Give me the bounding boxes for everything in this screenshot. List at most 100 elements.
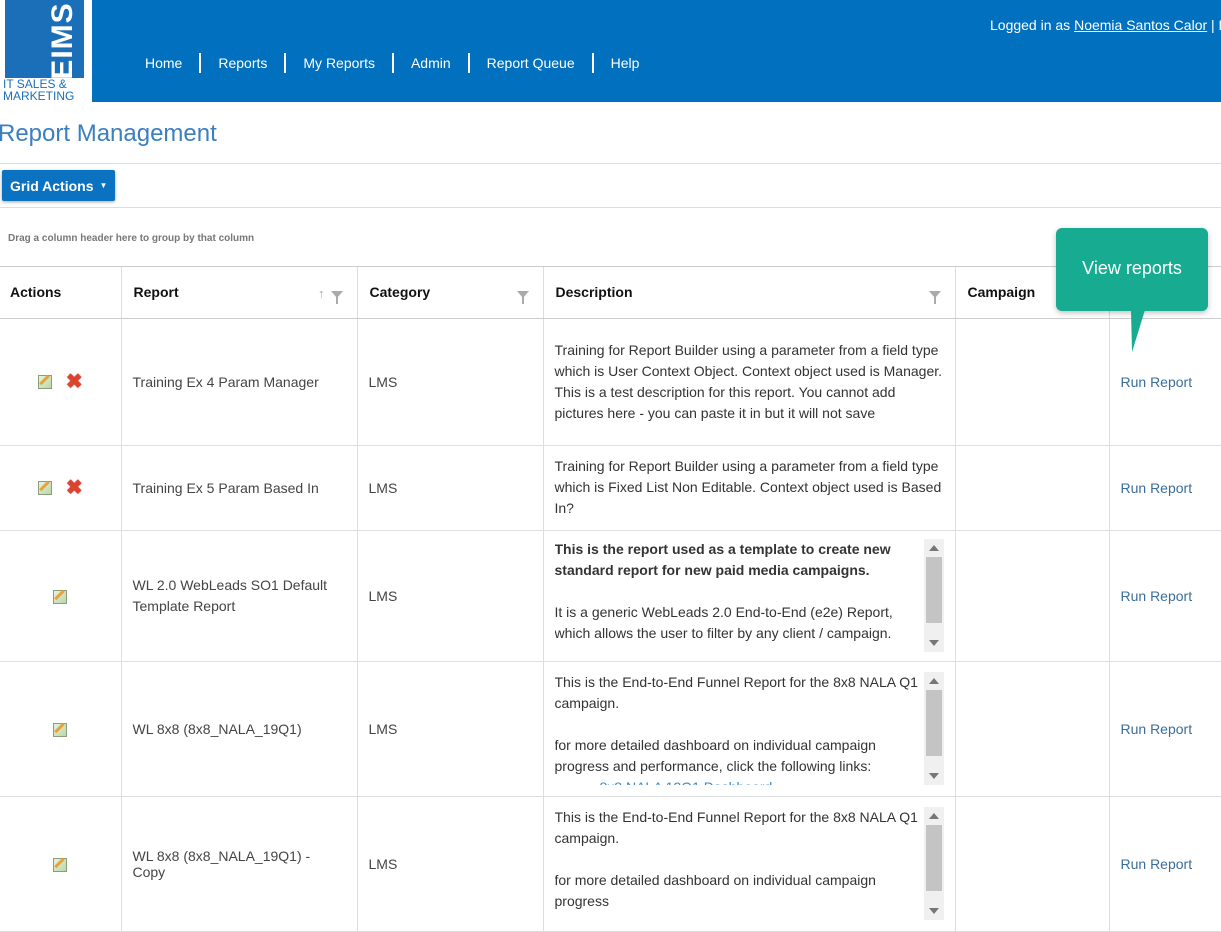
row-actions: [0, 796, 122, 932]
report-description-cell: This is the End-to-End Funnel Report for…: [543, 661, 956, 797]
scroll-down-icon[interactable]: [928, 773, 939, 779]
sort-asc-icon[interactable]: ↑: [318, 286, 325, 301]
description-bold: This is the report used as a template to…: [554, 541, 891, 578]
description-text: This is the End-to-End Funnel Report for…: [554, 809, 918, 846]
column-tools: [516, 286, 529, 304]
column-label: Report: [133, 284, 179, 301]
run-report-link[interactable]: Run Report: [1121, 856, 1193, 872]
description-scrollbox[interactable]: This is the End-to-End Funnel Report for…: [555, 672, 944, 785]
report-category: LMS: [357, 530, 544, 662]
edit-icon[interactable]: [53, 857, 68, 872]
logo-mark: EIMS: [5, 0, 84, 78]
row-actions: ✖: [0, 318, 122, 446]
nav-report-queue[interactable]: Report Queue: [470, 53, 594, 73]
scrollbar[interactable]: [923, 672, 944, 785]
column-label: Description: [555, 284, 633, 301]
nav-admin[interactable]: Admin: [394, 53, 470, 73]
delete-icon[interactable]: ✖: [66, 369, 83, 394]
report-name: Training Ex 5 Param Based In: [121, 445, 358, 531]
page-title: Report Management: [0, 120, 217, 147]
column-header-category[interactable]: Category: [357, 267, 544, 319]
column-header-report[interactable]: Report ↑: [121, 267, 358, 319]
filter-icon[interactable]: [928, 291, 941, 304]
description-scrollbox[interactable]: This is the report used as a template to…: [555, 539, 944, 652]
report-campaign: [955, 445, 1110, 531]
user-link[interactable]: Noemia Santos Calor: [1074, 17, 1207, 33]
report-name: WL 8x8 (8x8_NALA_19Q1): [121, 661, 358, 797]
run-report-link[interactable]: Run Report: [1121, 480, 1193, 496]
row-actions: [0, 530, 122, 662]
divider: [0, 207, 1221, 208]
dashboard-link[interactable]: 8x8 NALA 19Q1 Dashboard: [555, 777, 922, 785]
login-status: Logged in as Noemia Santos Calor | Lo: [990, 17, 1221, 33]
table-row: WL 8x8 (8x8_NALA_19Q1) - Copy LMS This i…: [0, 796, 1221, 932]
scrollbar[interactable]: [923, 539, 944, 652]
main-nav: Home Reports My Reports Admin Report Que…: [128, 52, 656, 74]
edit-icon[interactable]: [37, 480, 52, 495]
column-label: Actions: [10, 284, 62, 301]
scrollbar[interactable]: [923, 807, 944, 920]
row-actions: [0, 661, 122, 797]
report-category: LMS: [357, 661, 544, 797]
delete-icon[interactable]: ✖: [66, 475, 83, 500]
divider: [0, 163, 1221, 164]
column-tools: [928, 286, 941, 304]
run-report-cell: Run Report: [1109, 796, 1221, 932]
scroll-up-icon[interactable]: [928, 813, 939, 819]
report-description-cell: This is the End-to-End Funnel Report for…: [543, 796, 956, 932]
edit-icon[interactable]: [53, 589, 68, 604]
report-name: WL 2.0 WebLeads SO1 Default Template Rep…: [121, 530, 358, 662]
scroll-up-icon[interactable]: [928, 545, 939, 551]
table-row: ✖ Training Ex 5 Param Based In LMS Train…: [0, 445, 1221, 531]
scroll-thumb[interactable]: [925, 557, 942, 623]
logo[interactable]: EIMS IT SALES & MARKETING: [0, 0, 92, 102]
filter-icon[interactable]: [330, 291, 343, 304]
report-category: LMS: [357, 796, 544, 932]
description-text: It is a generic WebLeads 2.0 End-to-End …: [554, 604, 893, 641]
run-report-link[interactable]: Run Report: [1121, 721, 1193, 737]
report-campaign: [955, 796, 1110, 932]
run-report-cell: Run Report: [1109, 445, 1221, 531]
column-header-actions[interactable]: Actions: [0, 267, 122, 319]
scroll-down-icon[interactable]: [928, 908, 939, 914]
row-actions: ✖: [0, 445, 122, 531]
login-prefix: Logged in as: [990, 17, 1071, 33]
description-text-2: for more detailed dashboard on individua…: [554, 872, 876, 909]
nav-help[interactable]: Help: [594, 53, 657, 73]
report-name: WL 8x8 (8x8_NALA_19Q1) - Copy: [121, 796, 358, 932]
top-header: EIMS IT SALES & MARKETING Home Reports M…: [0, 0, 1221, 102]
scroll-down-icon[interactable]: [928, 640, 939, 646]
group-by-hint[interactable]: Drag a column header here to group by th…: [8, 233, 254, 244]
view-reports-tooltip: View reports: [1056, 228, 1208, 311]
table-row: WL 2.0 WebLeads SO1 Default Template Rep…: [0, 530, 1221, 662]
description-scrollbox[interactable]: This is the End-to-End Funnel Report for…: [555, 807, 944, 920]
run-report-cell: Run Report: [1109, 318, 1221, 446]
scroll-thumb[interactable]: [925, 690, 942, 756]
edit-icon[interactable]: [53, 722, 68, 737]
nav-my-reports[interactable]: My Reports: [286, 53, 394, 73]
report-category: LMS: [357, 445, 544, 531]
run-report-link[interactable]: Run Report: [1121, 588, 1193, 604]
column-tools: ↑: [318, 286, 343, 304]
grid-actions-label: Grid Actions: [10, 177, 94, 194]
nav-home[interactable]: Home: [128, 53, 202, 73]
description-text: This is the End-to-End Funnel Report for…: [554, 674, 918, 711]
run-report-cell: Run Report: [1109, 530, 1221, 662]
column-label: Campaign: [967, 284, 1036, 301]
grid-actions-button[interactable]: Grid Actions ▼: [2, 170, 115, 201]
edit-icon[interactable]: [37, 374, 52, 389]
caret-down-icon: ▼: [99, 181, 108, 190]
filter-icon[interactable]: [516, 291, 529, 304]
report-description: Training for Report Builder using a para…: [543, 445, 956, 531]
column-header-description[interactable]: Description: [543, 267, 956, 319]
scroll-thumb[interactable]: [925, 825, 942, 891]
run-report-cell: Run Report: [1109, 661, 1221, 797]
logo-subtitle: IT SALES & MARKETING: [3, 77, 75, 103]
scroll-up-icon[interactable]: [928, 678, 939, 684]
report-description: Training for Report Builder using a para…: [543, 318, 956, 446]
nav-reports[interactable]: Reports: [201, 53, 287, 73]
report-description-cell: This is the report used as a template to…: [543, 530, 956, 662]
table-row: ✖ Training Ex 4 Param Manager LMS Traini…: [0, 318, 1221, 446]
logo-text: EIMS: [46, 2, 79, 78]
run-report-link[interactable]: Run Report: [1121, 374, 1193, 390]
